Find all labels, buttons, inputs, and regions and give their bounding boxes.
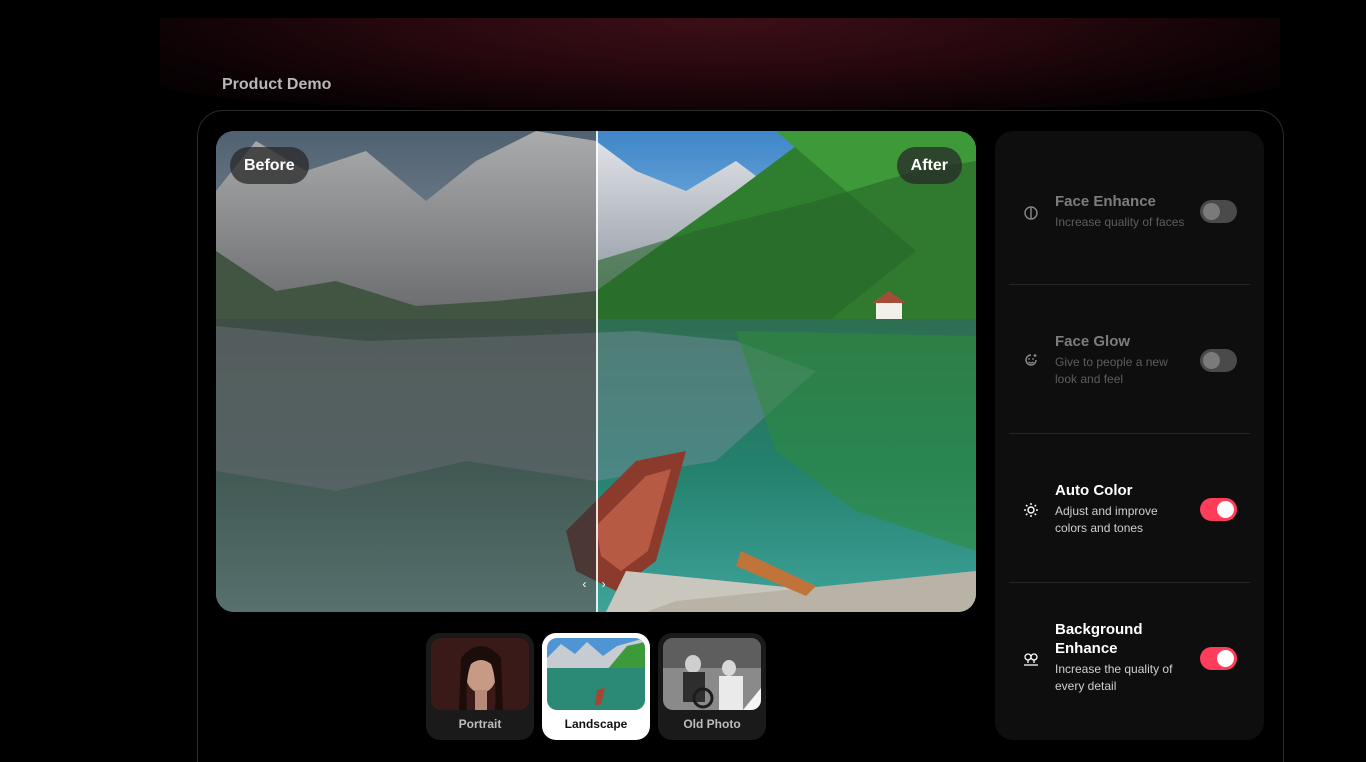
option-description: Increase quality of faces	[1055, 215, 1185, 229]
thumbnail-old-photo[interactable]: Old Photo	[658, 633, 766, 740]
old-photo-thumbnail-image	[663, 638, 761, 710]
compare-handle-icon[interactable]: ‹ ›	[582, 577, 612, 595]
thumbnail-label: Landscape	[564, 717, 628, 731]
background-enhance-toggle[interactable]	[1200, 647, 1237, 670]
option-background-enhance: Background Enhance Increase the quality …	[1009, 583, 1250, 732]
image-compare[interactable]: ‹ › Before After	[216, 131, 976, 612]
thumbnail-label: Portrait	[458, 717, 502, 731]
option-description: Adjust and improve colors and tones	[1055, 504, 1158, 535]
after-label: After	[896, 147, 962, 184]
header-glow	[160, 18, 1280, 113]
thumbnail-portrait[interactable]: Portrait	[426, 633, 534, 740]
auto-color-toggle[interactable]	[1200, 498, 1237, 521]
face-enhance-icon	[1023, 205, 1039, 221]
enhancement-panel: Face Enhance Increase quality of faces F…	[995, 131, 1264, 740]
thumbnail-landscape[interactable]: Landscape	[542, 633, 650, 740]
option-title: Background Enhance	[1055, 621, 1143, 657]
option-title: Auto Color	[1055, 482, 1133, 499]
option-title: Face Glow	[1055, 333, 1131, 350]
portrait-thumbnail-image	[431, 638, 529, 710]
compare-divider[interactable]	[596, 131, 598, 612]
option-title: Face Enhance	[1055, 193, 1156, 210]
section-title: Product Demo	[222, 76, 332, 93]
before-label: Before	[230, 147, 309, 184]
sun-icon	[1023, 502, 1039, 518]
option-auto-color: Auto Color Adjust and improve colors and…	[1009, 434, 1250, 583]
option-description: Increase the quality of every detail	[1055, 662, 1173, 693]
landscape-thumbnail-image	[547, 638, 645, 710]
thumbnail-label: Old Photo	[683, 717, 741, 731]
face-enhance-toggle[interactable]	[1200, 200, 1237, 223]
background-enhance-icon	[1023, 651, 1039, 667]
option-face-glow: Face Glow Give to people a new look and …	[1009, 285, 1250, 434]
face-glow-icon	[1023, 352, 1039, 368]
option-description: Give to people a new look and feel	[1055, 355, 1168, 386]
face-glow-toggle[interactable]	[1200, 349, 1237, 372]
option-face-enhance: Face Enhance Increase quality of faces	[1009, 136, 1250, 285]
